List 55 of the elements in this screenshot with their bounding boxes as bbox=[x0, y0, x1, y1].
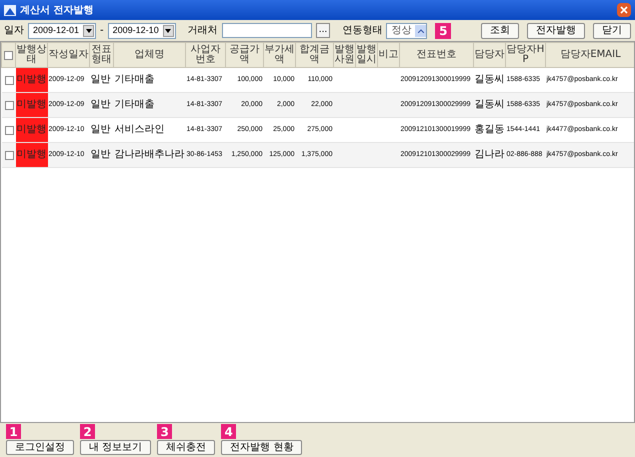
window-title: 계산서 전자발행 bbox=[20, 4, 94, 18]
close-button[interactable] bbox=[617, 3, 631, 17]
column-header: 비고 bbox=[378, 50, 398, 60]
row-checkbox[interactable] bbox=[4, 101, 14, 110]
column-header: 전표번호 bbox=[416, 50, 456, 60]
date-label: 일자 bbox=[4, 24, 24, 38]
column-header: 합계금액 bbox=[298, 45, 330, 65]
status-cell: 미발행 bbox=[16, 68, 48, 92]
date-field[interactable]: 2009-12-10 bbox=[108, 22, 176, 38]
footer-button[interactable]: 내 정보보기 bbox=[80, 440, 152, 455]
status-cell: 미발행 bbox=[16, 142, 48, 168]
dropdown-icon bbox=[165, 28, 172, 32]
column-header: 담당자HP bbox=[506, 45, 544, 65]
toolbar-button[interactable]: 조회 bbox=[481, 22, 519, 38]
column-header: 발행상태 bbox=[16, 45, 46, 65]
footer-button[interactable]: 로그인설정 bbox=[6, 440, 74, 455]
table-cell: 일반 bbox=[90, 142, 114, 168]
browse-button[interactable]: ... bbox=[316, 23, 330, 38]
table-cell: 김나라 bbox=[474, 142, 506, 168]
status-cell: 미발행 bbox=[16, 92, 48, 118]
column-header: 발행일시 bbox=[356, 45, 376, 65]
column-header: 사업자번호 bbox=[190, 45, 222, 65]
dropdown-icon bbox=[86, 28, 92, 32]
toolbar-button[interactable]: 닫기 bbox=[593, 22, 631, 38]
date-separator: - bbox=[100, 24, 104, 38]
number-badge: 1 bbox=[6, 424, 21, 439]
column-header: 전표형태 bbox=[90, 45, 112, 65]
window-icon bbox=[4, 4, 16, 16]
row-checkbox[interactable] bbox=[4, 76, 14, 86]
close-icon bbox=[620, 6, 628, 14]
date-field[interactable]: 2009-12-01 bbox=[28, 22, 96, 38]
link-type-label: 연동형태 bbox=[342, 24, 382, 38]
link-type-dropdown[interactable]: 정상 bbox=[386, 22, 428, 38]
toolbar-button[interactable]: 전자발행 bbox=[527, 22, 585, 38]
table-cell: 감나라배추나라 bbox=[114, 142, 186, 168]
dropdown-icon bbox=[418, 28, 424, 32]
column-header: 부가세액 bbox=[264, 45, 294, 65]
column-header: 업체명 bbox=[134, 50, 164, 60]
column-header: 작성일자 bbox=[48, 50, 88, 60]
status-cell: 미발행 bbox=[16, 118, 48, 142]
footer-button[interactable]: 체쉬충전 bbox=[157, 440, 216, 455]
column-header: 담당자EMAIL bbox=[560, 50, 621, 60]
row-checkbox[interactable] bbox=[4, 126, 14, 136]
number-badge: 4 bbox=[221, 424, 236, 439]
column-header: 발행사원 bbox=[334, 45, 354, 65]
number-badge: 3 bbox=[157, 424, 172, 439]
number-badge: 5 bbox=[435, 22, 452, 38]
footer-button[interactable]: 전자발행 현황 bbox=[221, 440, 302, 455]
select-all-checkbox[interactable] bbox=[4, 51, 13, 60]
client-label: 거래처 bbox=[188, 24, 218, 38]
client-field[interactable] bbox=[222, 23, 312, 38]
number-badge: 2 bbox=[80, 424, 95, 439]
column-header: 공급가액 bbox=[228, 45, 260, 65]
column-header: 담당자 bbox=[474, 50, 504, 60]
row-checkbox[interactable] bbox=[4, 151, 14, 160]
